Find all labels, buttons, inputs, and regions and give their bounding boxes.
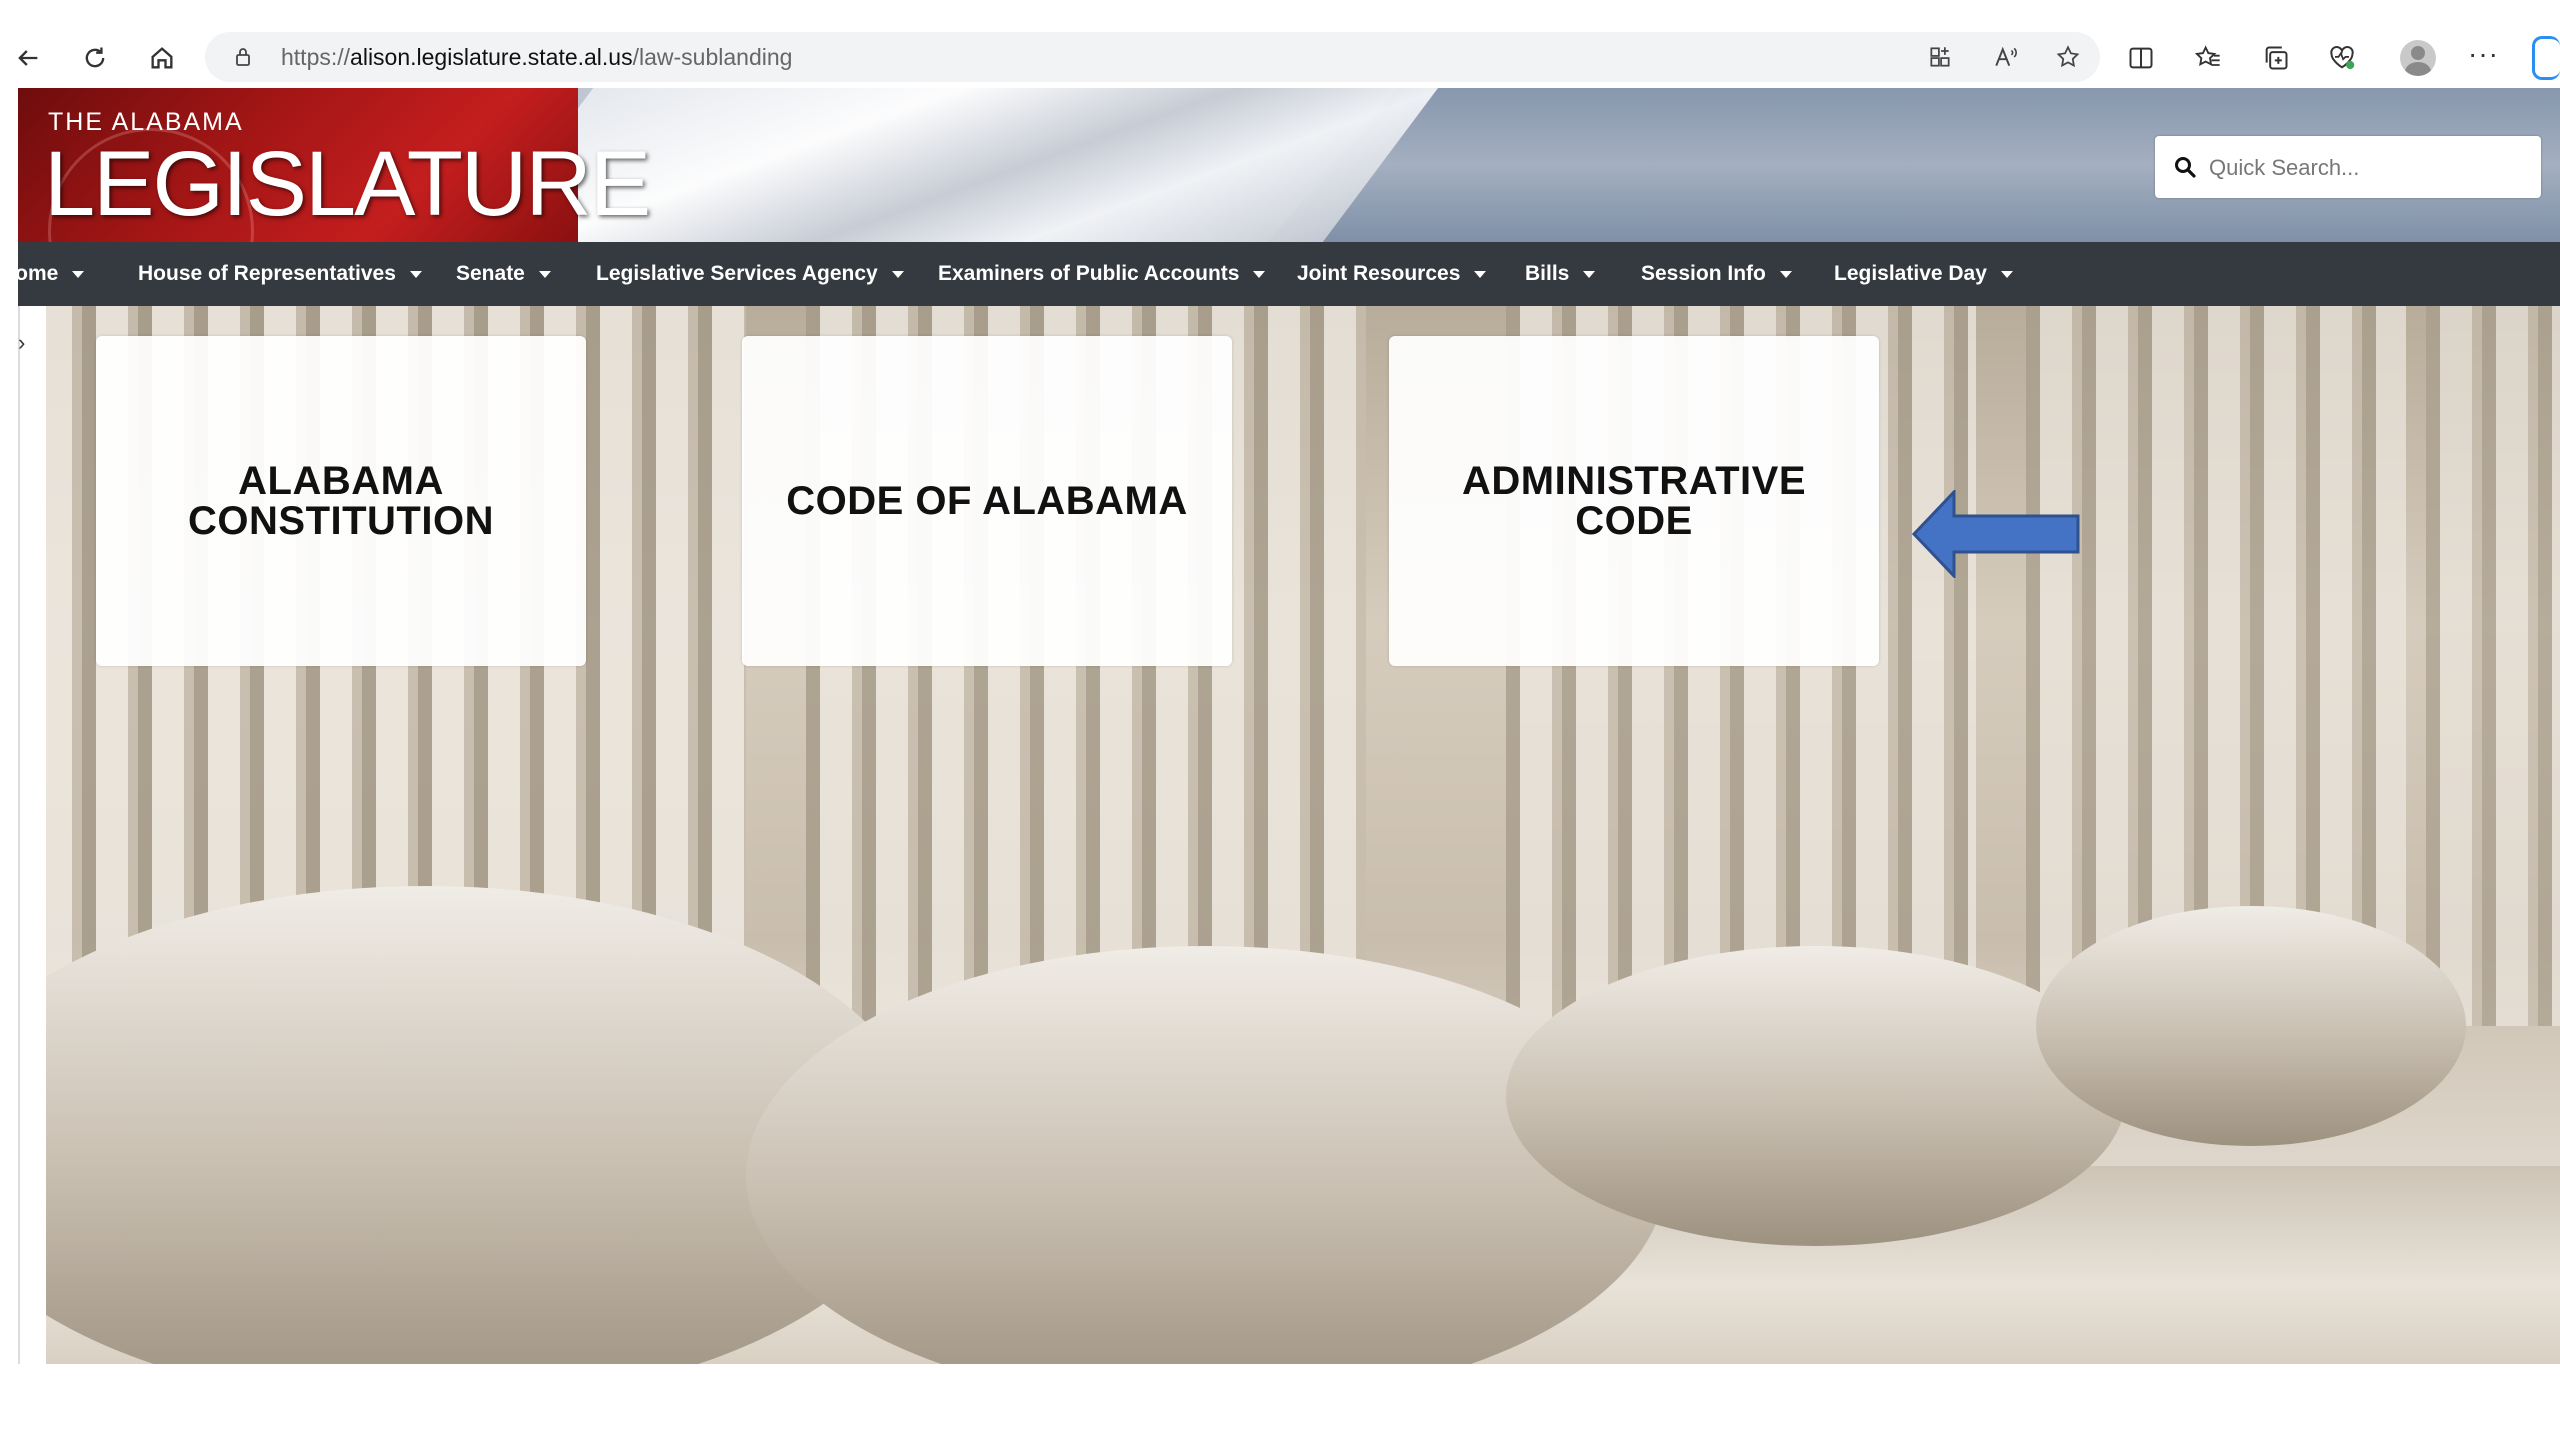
column-base	[2036, 906, 2466, 1146]
browser-toolbar: https://alison.legislature.state.al.us/l…	[0, 28, 2560, 88]
chevron-down-icon	[538, 270, 551, 278]
favorite-star-icon[interactable]	[2055, 44, 2081, 70]
nav-item-label: Senate	[456, 262, 525, 285]
read-aloud-icon[interactable]	[1993, 44, 2019, 70]
chevron-down-icon	[1779, 270, 1792, 278]
nav-item-legislative-day[interactable]: Legislative Day	[1834, 242, 2013, 306]
quick-search-box[interactable]	[2155, 136, 2541, 198]
nav-item-session-info[interactable]: Session Info	[1641, 242, 1792, 306]
card-label: CODE OF ALABAMA	[786, 479, 1188, 523]
logo-title[interactable]: LEGISLATURE	[44, 132, 651, 237]
chevron-down-icon	[72, 270, 85, 278]
nav-item-label: House of Representatives	[138, 262, 396, 285]
favorites-icon[interactable]	[2194, 44, 2222, 72]
nav-item-label: Legislative Services Agency	[596, 262, 878, 285]
browser-essentials-icon[interactable]	[2328, 44, 2356, 72]
profile-icon[interactable]	[2400, 40, 2436, 76]
nav-item-label: Examiners of Public Accounts	[938, 262, 1240, 285]
column-base	[1506, 946, 2126, 1246]
nav-item-senate[interactable]: Senate	[456, 242, 551, 306]
nav-item-legislative-services-agency[interactable]: Legislative Services Agency	[596, 242, 904, 306]
url-host: alison.legislature.state.al.us	[350, 44, 633, 70]
nav-item-label: Session Info	[1641, 262, 1766, 285]
left-gutter	[18, 306, 48, 1364]
card-label: ADMINISTRATIVE CODE	[1461, 459, 1807, 543]
apps-icon[interactable]	[1927, 44, 1953, 70]
chevron-down-icon	[891, 270, 904, 278]
nav-item-label: Bills	[1525, 262, 1570, 285]
nav-item-label: Legislative Day	[1834, 262, 1987, 285]
column-shaft	[2426, 306, 2560, 1026]
url-path: /law-sublanding	[632, 44, 793, 70]
nav-item-joint-resources[interactable]: Joint Resources	[1297, 242, 1487, 306]
chevron-down-icon	[2000, 270, 2013, 278]
home-button[interactable]	[142, 38, 182, 78]
address-bar[interactable]: https://alison.legislature.state.al.us/l…	[205, 32, 2100, 82]
home-icon	[151, 47, 173, 69]
lock-icon[interactable]	[231, 45, 255, 69]
refresh-icon	[85, 47, 105, 68]
more-icon[interactable]: ···	[2468, 38, 2499, 70]
nav-item-bills[interactable]: Bills	[1525, 242, 1596, 306]
nav-item-home[interactable]: Home	[0, 242, 85, 306]
back-button[interactable]	[8, 38, 48, 78]
left-arrow-annotation-icon	[1912, 490, 2080, 578]
chevron-down-icon	[409, 270, 422, 278]
refresh-button[interactable]	[75, 38, 115, 78]
main-nav: Home House of Representatives Senate Leg…	[0, 242, 2560, 306]
nav-item-examiners-of-public-accounts[interactable]: Examiners of Public Accounts	[938, 242, 1266, 306]
chevron-down-icon	[1583, 270, 1596, 278]
copilot-icon[interactable]	[2532, 36, 2560, 80]
window-top-strip	[0, 0, 2560, 28]
card-label: ALABAMA CONSTITUTION	[188, 459, 494, 543]
quick-search-input[interactable]	[2207, 148, 2531, 188]
nav-item-house-of-representatives[interactable]: House of Representatives	[138, 242, 422, 306]
card-administrative-code[interactable]: ADMINISTRATIVE CODE	[1389, 336, 1879, 666]
card-alabama-constitution[interactable]: ALABAMA CONSTITUTION	[96, 336, 586, 666]
back-icon	[18, 50, 38, 66]
url-protocol: https://	[281, 44, 351, 70]
split-screen-icon[interactable]	[2127, 44, 2155, 72]
chevron-down-icon	[1474, 270, 1487, 278]
card-code-of-alabama[interactable]: CODE OF ALABAMA	[742, 336, 1232, 666]
search-icon[interactable]	[2173, 155, 2197, 179]
collections-icon[interactable]	[2262, 44, 2290, 72]
address-url[interactable]: https://alison.legislature.state.al.us/l…	[281, 44, 792, 71]
collapse-arrow-icon[interactable]: ›	[18, 330, 25, 356]
nav-item-label: Home	[0, 262, 59, 285]
nav-item-label: Joint Resources	[1297, 262, 1461, 285]
chevron-down-icon	[1253, 270, 1266, 278]
